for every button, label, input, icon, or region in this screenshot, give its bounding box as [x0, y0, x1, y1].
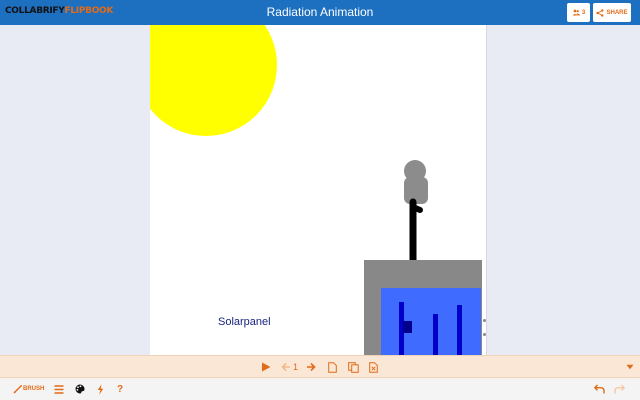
arrow-left-icon: [281, 362, 290, 372]
lightning-icon: [97, 383, 104, 395]
playback-bar: 1: [0, 355, 640, 378]
users-icon: [572, 9, 580, 16]
copy-page-icon: [347, 361, 359, 373]
menu-icon: [54, 384, 64, 394]
play-button[interactable]: [260, 361, 272, 373]
share-label: SHARE: [606, 9, 628, 16]
collaborators-button[interactable]: 3: [567, 3, 590, 22]
effects-button[interactable]: [97, 383, 104, 395]
redo-icon: [614, 384, 625, 394]
brush-tool-button[interactable]: BRUSH: [13, 383, 44, 395]
canvas-drawing: [150, 25, 482, 355]
app-logo[interactable]: COLLABRIFYFLIPBOOK: [5, 6, 113, 16]
delete-page-icon: [368, 361, 378, 373]
logo-text-collabrify: COLLABRIFY: [5, 6, 65, 16]
brush-icon: [13, 384, 22, 393]
new-page-button[interactable]: [326, 361, 338, 373]
previous-page-button[interactable]: [280, 361, 292, 373]
share-icon: [596, 8, 604, 17]
undo-icon: [594, 384, 605, 394]
page-number: 1: [293, 362, 299, 372]
share-button[interactable]: SHARE: [593, 3, 631, 22]
sun-drawing: [150, 25, 277, 136]
next-page-button[interactable]: [305, 361, 317, 373]
undo-button[interactable]: [594, 383, 605, 395]
copy-page-button[interactable]: [347, 361, 359, 373]
color-palette-button[interactable]: [75, 383, 85, 395]
top-bar: COLLABRIFYFLIPBOOK Radiation Animation 3…: [0, 0, 640, 25]
brush-label: BRUSH: [23, 386, 45, 392]
help-button[interactable]: ?: [117, 383, 123, 395]
palette-icon: [75, 384, 85, 394]
collaborators-count: 3: [581, 9, 586, 16]
logo-text-flipbook: FLIPBOOK: [64, 6, 114, 16]
drawing-canvas[interactable]: Solarpanel: [150, 25, 487, 355]
layers-menu-button[interactable]: [54, 383, 64, 395]
help-icon: ?: [117, 383, 124, 395]
solarpanel-label: Solarpanel: [218, 316, 271, 328]
scroll-indicator[interactable]: [483, 319, 487, 339]
chevron-down-icon: [626, 364, 634, 370]
solar-panel-drawing: [364, 260, 482, 355]
delete-page-button[interactable]: [367, 361, 379, 373]
play-icon: [262, 362, 271, 372]
new-page-icon: [327, 361, 337, 373]
figure-drawing: [404, 160, 428, 270]
arrow-right-icon: [307, 362, 316, 372]
expand-button[interactable]: [624, 361, 636, 373]
redo-button[interactable]: [614, 383, 625, 395]
bottom-toolbar: BRUSH ?: [0, 378, 640, 400]
